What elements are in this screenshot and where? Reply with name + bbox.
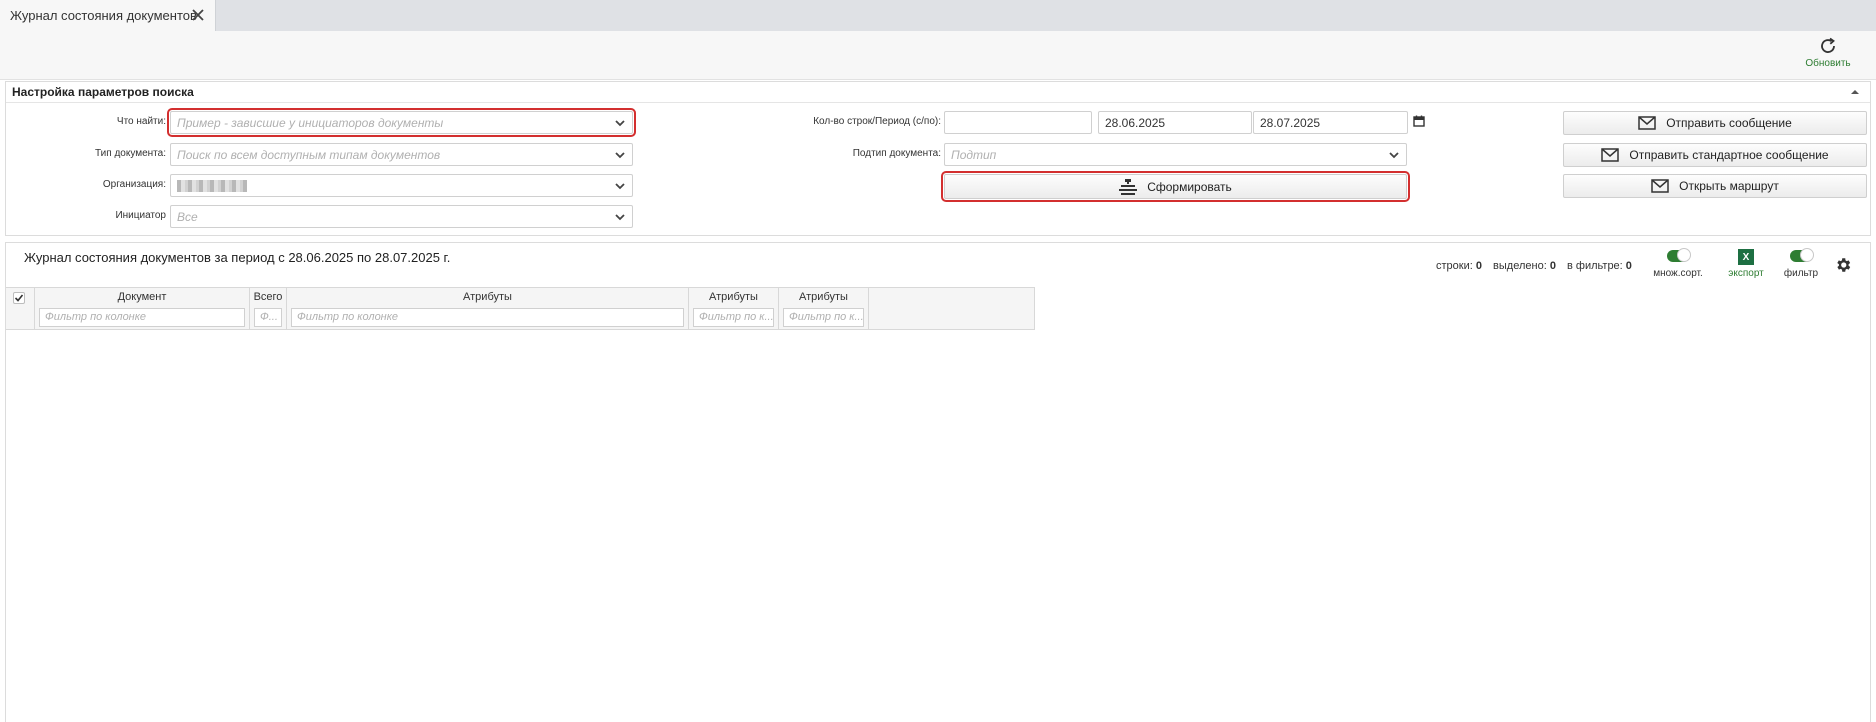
mail-icon xyxy=(1601,148,1620,162)
mail-icon xyxy=(1638,116,1656,130)
close-icon[interactable] xyxy=(190,7,206,23)
chevron-up-icon[interactable] xyxy=(1850,88,1860,96)
tab-document-journal[interactable]: Журнал состояния документов xyxy=(0,0,216,31)
gear-icon[interactable] xyxy=(1834,256,1852,274)
export-group: X экспорт xyxy=(1721,249,1771,279)
generate-label: Сформировать xyxy=(1147,179,1232,194)
chevron-down-icon xyxy=(615,152,625,159)
multisort-toggle-group: множ.сорт. xyxy=(1648,248,1708,279)
column-attributes-2[interactable]: Атрибуты Фильтр по к... xyxy=(689,288,779,329)
column-filter-input[interactable]: Фильтр по колонке xyxy=(291,308,684,327)
organization-label: Организация: xyxy=(102,179,166,190)
generate-button[interactable]: Сформировать xyxy=(941,171,1410,202)
column-document[interactable]: Документ Фильтр по колонке xyxy=(35,288,250,329)
refresh-label: Обновить xyxy=(1805,58,1851,69)
column-attributes-3[interactable]: Атрибуты Фильтр по к... xyxy=(779,288,869,329)
multisort-label: множ.сорт. xyxy=(1653,268,1703,279)
column-filter-input[interactable]: Ф... xyxy=(254,308,282,327)
stack-icon xyxy=(1119,178,1138,195)
doc-type-input[interactable] xyxy=(177,147,632,162)
date-to-input[interactable]: 28.07.2025 xyxy=(1253,111,1408,134)
filter-toggle-group: фильтр xyxy=(1776,248,1826,279)
what-to-find-label: Что найти: xyxy=(116,116,166,127)
tab-title: Журнал состояния документов xyxy=(10,8,197,23)
filtered-stat-value: 0 xyxy=(1625,260,1632,272)
rows-period-label: Кол-во строк/Период (с/по): xyxy=(813,116,941,127)
column-filter-input[interactable]: Фильтр по к... xyxy=(693,308,774,327)
subtype-select[interactable] xyxy=(944,143,1407,166)
rows-stat-value: 0 xyxy=(1475,260,1482,272)
export-label[interactable]: экспорт xyxy=(1721,268,1771,279)
selected-stat-label: выделено: xyxy=(1493,260,1547,272)
column-header[interactable]: Документ xyxy=(35,288,249,307)
initiator-label: Инициатор xyxy=(115,210,166,221)
column-filter-input[interactable]: Фильтр по к... xyxy=(783,308,864,327)
panel-title: Настройка параметров поиска xyxy=(12,85,194,99)
select-all-checkbox[interactable] xyxy=(13,292,25,304)
filter-toggle[interactable] xyxy=(1790,248,1814,262)
initiator-input[interactable] xyxy=(177,209,632,224)
date-from-input[interactable]: 28.06.2025 xyxy=(1098,111,1252,134)
subtype-input[interactable] xyxy=(951,147,1406,162)
rows-count-input[interactable] xyxy=(944,111,1092,134)
send-message-label: Отправить сообщение xyxy=(1666,116,1792,130)
refresh-icon xyxy=(1821,37,1835,53)
organization-select[interactable] xyxy=(170,174,633,197)
filtered-stat-label: в фильтре: xyxy=(1567,260,1623,272)
journal-grid: Документ Фильтр по колонке Всего Ф... Ат… xyxy=(6,287,1035,330)
toolbar: Обновить xyxy=(0,31,1876,80)
multisort-toggle[interactable] xyxy=(1667,248,1691,262)
open-route-label: Открыть маршрут xyxy=(1679,179,1779,193)
column-attributes[interactable]: Атрибуты Фильтр по колонке xyxy=(287,288,689,329)
organization-value-redacted xyxy=(177,179,247,192)
select-all-column xyxy=(6,288,35,329)
excel-icon[interactable]: X xyxy=(1738,249,1754,265)
send-message-button[interactable]: Отправить сообщение xyxy=(1563,111,1867,135)
journal-section: Журнал состояния документов за период с … xyxy=(5,242,1871,722)
column-header[interactable]: Атрибуты xyxy=(779,288,868,307)
column-header[interactable]: Атрибуты xyxy=(689,288,778,307)
send-standard-label: Отправить стандартное сообщение xyxy=(1629,148,1829,162)
column-total[interactable]: Всего Ф... xyxy=(250,288,287,329)
column-filter-input[interactable]: Фильтр по колонке xyxy=(39,308,245,327)
chevron-down-icon xyxy=(615,214,625,221)
send-standard-message-button[interactable]: Отправить стандартное сообщение xyxy=(1563,143,1867,167)
doc-type-select[interactable] xyxy=(170,143,633,166)
calendar-icon[interactable] xyxy=(1413,115,1425,127)
what-to-find-input[interactable] xyxy=(177,115,632,130)
mail-icon xyxy=(1651,179,1669,193)
search-params-panel: Настройка параметров поиска Что найти: Т… xyxy=(5,81,1871,236)
refresh-button[interactable]: Обновить xyxy=(1800,35,1856,75)
doc-type-label: Тип документа: xyxy=(95,148,166,159)
panel-header[interactable]: Настройка параметров поиска xyxy=(6,82,1870,103)
tab-bar: Журнал состояния документов xyxy=(0,0,1876,31)
column-header[interactable]: Всего xyxy=(250,288,286,307)
selected-stat-value: 0 xyxy=(1549,260,1556,272)
journal-title: Журнал состояния документов за период с … xyxy=(24,250,451,265)
chevron-down-icon xyxy=(1389,152,1399,159)
rows-stat-label: строки: xyxy=(1436,260,1473,272)
filter-label: фильтр xyxy=(1783,268,1819,279)
column-header[interactable]: Атрибуты xyxy=(287,288,688,307)
check-icon xyxy=(14,294,24,302)
chevron-down-icon xyxy=(615,120,625,127)
what-to-find-select[interactable] xyxy=(167,108,636,137)
initiator-select[interactable] xyxy=(170,205,633,228)
chevron-down-icon xyxy=(615,183,625,190)
open-route-button[interactable]: Открыть маршрут xyxy=(1563,174,1867,198)
subtype-label: Подтип документа: xyxy=(852,148,941,159)
grid-stats: строки: 0 выделено: 0 в фильтре: 0 xyxy=(1436,260,1640,272)
